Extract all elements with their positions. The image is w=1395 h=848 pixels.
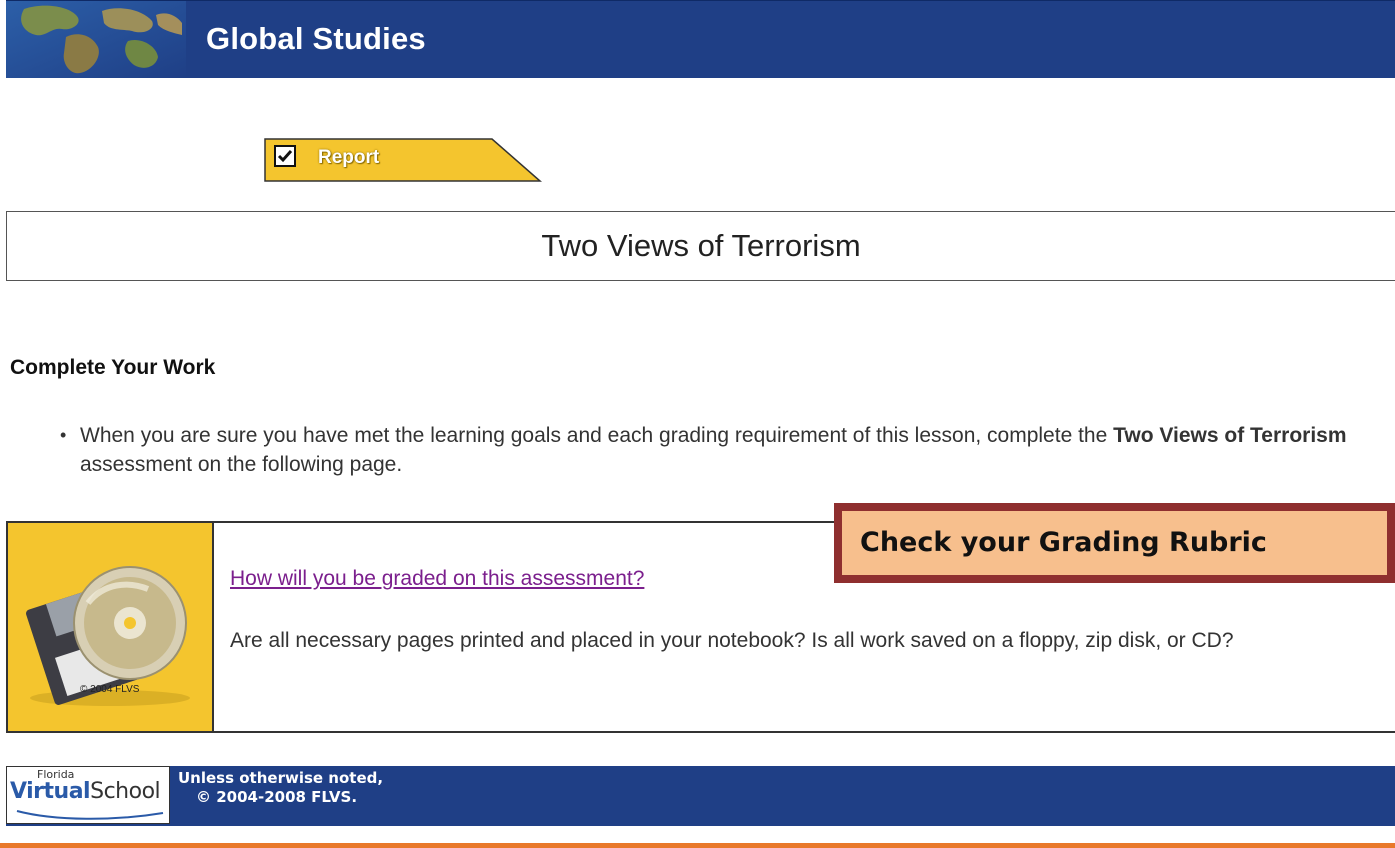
disk-image-cell: © 2004 FLVS xyxy=(8,523,214,731)
checkmark-icon xyxy=(277,150,293,163)
report-tab-label: Report xyxy=(318,147,380,168)
page-title: Two Views of Terrorism xyxy=(541,228,861,263)
bottom-divider xyxy=(0,843,1395,848)
report-checkbox[interactable] xyxy=(274,145,296,167)
globe-map-icon xyxy=(6,1,186,78)
app-header: Global Studies xyxy=(6,0,1395,78)
instruction-text-post: assessment on the following page. xyxy=(80,453,403,476)
logo-virtual-text: Virtual xyxy=(10,779,91,804)
grading-rubric-callout: Check your Grading Rubric xyxy=(834,503,1395,583)
page-title-box: Two Views of Terrorism xyxy=(6,211,1395,281)
list-item: When you are sure you have met the learn… xyxy=(60,421,1360,479)
floppy-cd-icon xyxy=(26,566,190,706)
flvs-logo[interactable]: Florida VirtualSchool xyxy=(6,766,170,824)
callout-text: Check your Grading Rubric xyxy=(842,511,1387,575)
checklist-text: Are all necessary pages printed and plac… xyxy=(230,629,1234,652)
logo-virtualschool-text: VirtualSchool xyxy=(10,779,161,804)
instruction-text-pre: When you are sure you have met the learn… xyxy=(80,424,1114,447)
instruction-list: When you are sure you have met the learn… xyxy=(60,421,1360,479)
logo-swoosh-icon xyxy=(16,810,164,820)
footer-notice: Unless otherwise noted, xyxy=(178,769,384,787)
footer-copyright: © 2004-2008 FLVS. xyxy=(196,788,358,806)
image-copyright: © 2004 FLVS xyxy=(80,684,140,695)
app-title: Global Studies xyxy=(206,21,426,56)
footer: Florida VirtualSchool Unless otherwise n… xyxy=(6,766,1395,826)
report-tab[interactable] xyxy=(264,138,544,182)
logo-school-text: School xyxy=(90,779,161,804)
grading-rubric-link[interactable]: How will you be graded on this assessmen… xyxy=(230,567,644,591)
section-heading: Complete Your Work xyxy=(10,356,216,379)
assessment-name: Two Views of Terrorism xyxy=(1113,424,1347,447)
